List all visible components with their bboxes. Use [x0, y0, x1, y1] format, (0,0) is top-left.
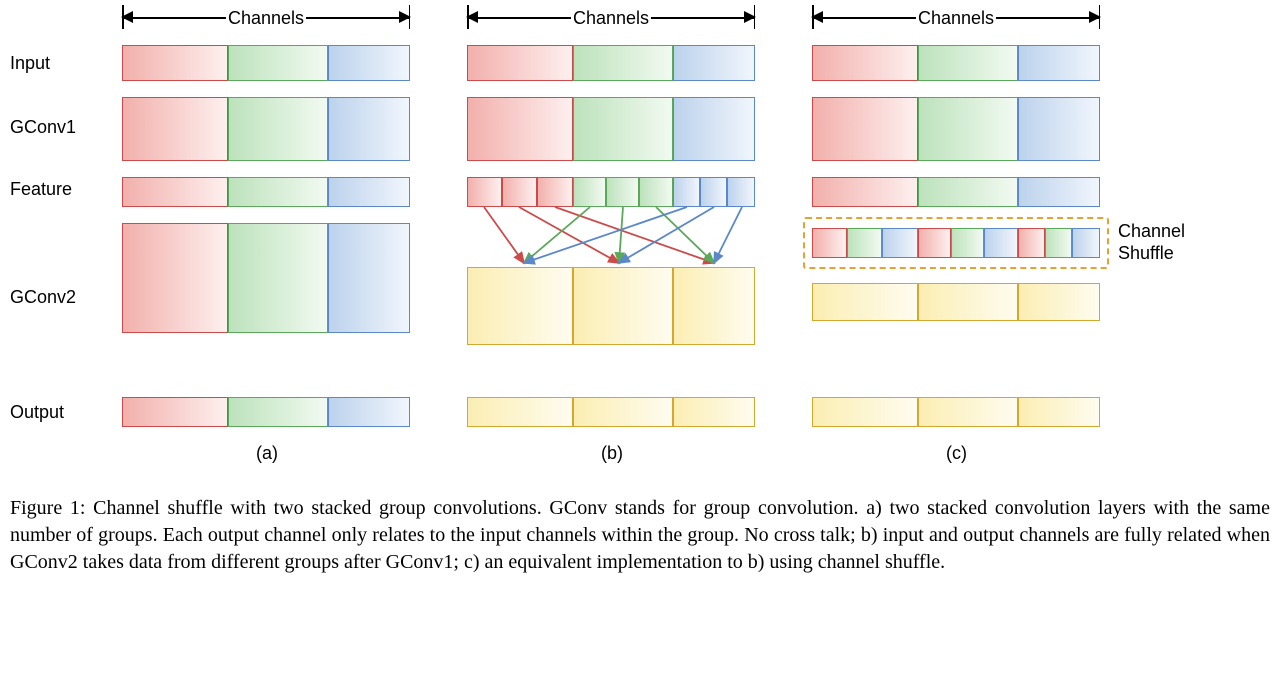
c-feature: [812, 177, 1100, 207]
b-input: [467, 45, 755, 81]
channels-label-b: Channels: [571, 8, 651, 29]
c-output: [812, 397, 1100, 427]
sublabel-a: (a): [256, 443, 278, 464]
label-output: Output: [10, 402, 110, 423]
label-gconv2: GConv2: [10, 287, 110, 308]
channels-arrow-c: Channels: [812, 5, 1100, 35]
c-shuffled: [812, 228, 1100, 258]
a-input: [122, 45, 410, 81]
b-output: [467, 397, 755, 427]
b-gconv1: [467, 97, 755, 161]
channels-arrow-a: Channels: [122, 5, 410, 35]
c-input: [812, 45, 1100, 81]
channel-shuffle-diagram: Input GConv1 Feature GConv2 Output Chann…: [10, 5, 1270, 475]
c-gconv1: [812, 97, 1100, 161]
sublabel-b: (b): [601, 443, 623, 464]
a-output: [122, 397, 410, 427]
sublabel-c: (c): [946, 443, 967, 464]
b-gconv2: [467, 267, 755, 345]
channel-shuffle-label: Channel Shuffle: [1118, 221, 1198, 264]
channels-label-a: Channels: [226, 8, 306, 29]
label-feature: Feature: [10, 179, 110, 200]
a-feature: [122, 177, 410, 207]
a-gconv1: [122, 97, 410, 161]
b-feature: [467, 177, 755, 207]
label-input: Input: [10, 53, 110, 74]
channels-arrow-b: Channels: [467, 5, 755, 35]
c-gconv2: [812, 283, 1100, 321]
channels-label-c: Channels: [916, 8, 996, 29]
label-gconv1: GConv1: [10, 117, 110, 138]
figure-caption: Figure 1: Channel shuffle with two stack…: [10, 495, 1270, 576]
a-gconv2: [122, 223, 410, 333]
